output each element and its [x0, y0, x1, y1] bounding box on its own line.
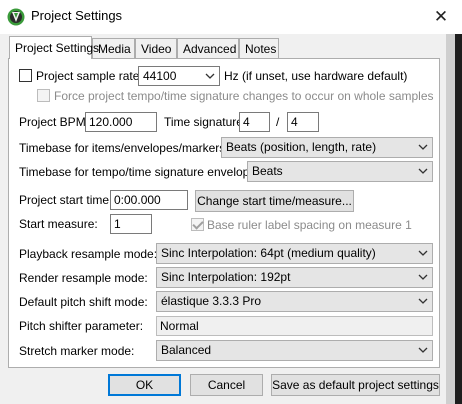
chevron-down-icon: [205, 73, 215, 79]
render-resample-dropdown[interactable]: Sinc Interpolation: 192pt: [156, 267, 433, 288]
timebase-items-value: Beats (position, length, rate): [226, 140, 377, 154]
playback-resample-label: Playback resample mode:: [19, 247, 158, 261]
pitch-shift-dropdown[interactable]: élastique 3.3.3 Pro: [156, 291, 433, 312]
playback-resample-dropdown[interactable]: Sinc Interpolation: 64pt (medium quality…: [156, 243, 433, 264]
start-time-input[interactable]: 0:00.000: [110, 190, 188, 210]
timebase-items-dropdown[interactable]: Beats (position, length, rate): [221, 137, 433, 158]
start-measure-label: Start measure:: [19, 217, 98, 231]
time-signature-separator: /: [276, 115, 280, 129]
save-default-button[interactable]: Save as default project settings: [271, 374, 440, 396]
chevron-down-icon: [418, 347, 428, 353]
tab-video[interactable]: Video: [135, 38, 177, 58]
force-tempo-checkbox[interactable]: [37, 89, 50, 102]
chevron-down-icon: [418, 144, 428, 150]
chevron-down-icon: [418, 298, 428, 304]
pitch-shift-value: élastique 3.3.3 Pro: [161, 294, 262, 308]
bpm-input[interactable]: 120.000: [85, 112, 157, 132]
sample-rate-hint: Hz (if unset, use hardware default): [224, 69, 408, 83]
time-signature-label: Time signature: [164, 115, 243, 129]
tab-advanced[interactable]: Advanced: [177, 38, 239, 58]
close-icon[interactable]: ✕: [430, 6, 452, 28]
sample-rate-combo[interactable]: 44100: [138, 66, 220, 86]
stretch-marker-value: Balanced: [161, 343, 212, 357]
start-measure-input[interactable]: 1: [110, 214, 152, 234]
change-start-time-button[interactable]: Change start time/measure...: [195, 190, 354, 212]
timebase-tempo-value: Beats: [252, 164, 283, 178]
start-time-label: Project start time:: [19, 193, 113, 207]
tab-project-settings[interactable]: Project Settings: [9, 36, 99, 59]
timebase-tempo-dropdown[interactable]: Beats: [247, 161, 433, 182]
background-window-edge-dark: [455, 34, 462, 404]
chevron-down-icon: [418, 250, 428, 256]
pitch-param-field[interactable]: Normal: [156, 316, 433, 336]
ruler-spacing-checkbox[interactable]: [191, 218, 204, 231]
time-signature-denominator-input[interactable]: 4: [287, 112, 319, 132]
timebase-items-label: Timebase for items/envelopes/markers:: [19, 141, 229, 155]
chevron-down-icon: [418, 274, 428, 280]
window-title: Project Settings: [31, 8, 123, 23]
background-window-edge: [446, 34, 455, 404]
bpm-label: Project BPM:: [19, 115, 90, 129]
time-signature-numerator-input[interactable]: 4: [239, 112, 270, 132]
ruler-spacing-label: Base ruler label spacing on measure 1: [207, 218, 412, 232]
force-tempo-label: Force project tempo/time signature chang…: [54, 89, 434, 103]
stretch-marker-dropdown[interactable]: Balanced: [156, 340, 433, 361]
reaper-logo-icon: [7, 8, 25, 26]
sample-rate-value: 44100: [143, 69, 177, 83]
timebase-tempo-label: Timebase for tempo/time signature envelo…: [19, 165, 260, 179]
stretch-marker-label: Stretch marker mode:: [19, 344, 135, 358]
pitch-shift-label: Default pitch shift mode:: [19, 295, 148, 309]
sample-rate-checkbox[interactable]: [19, 69, 32, 82]
tab-notes[interactable]: Notes: [239, 38, 279, 58]
render-resample-value: Sinc Interpolation: 192pt: [161, 270, 291, 284]
pitch-param-label: Pitch shifter parameter:: [19, 319, 144, 333]
playback-resample-value: Sinc Interpolation: 64pt (medium quality…: [161, 246, 376, 260]
sample-rate-label: Project sample rate:: [36, 69, 143, 83]
ok-button[interactable]: OK: [108, 374, 181, 396]
cancel-button[interactable]: Cancel: [190, 374, 263, 396]
render-resample-label: Render resample mode:: [19, 271, 148, 285]
chevron-down-icon: [418, 168, 428, 174]
